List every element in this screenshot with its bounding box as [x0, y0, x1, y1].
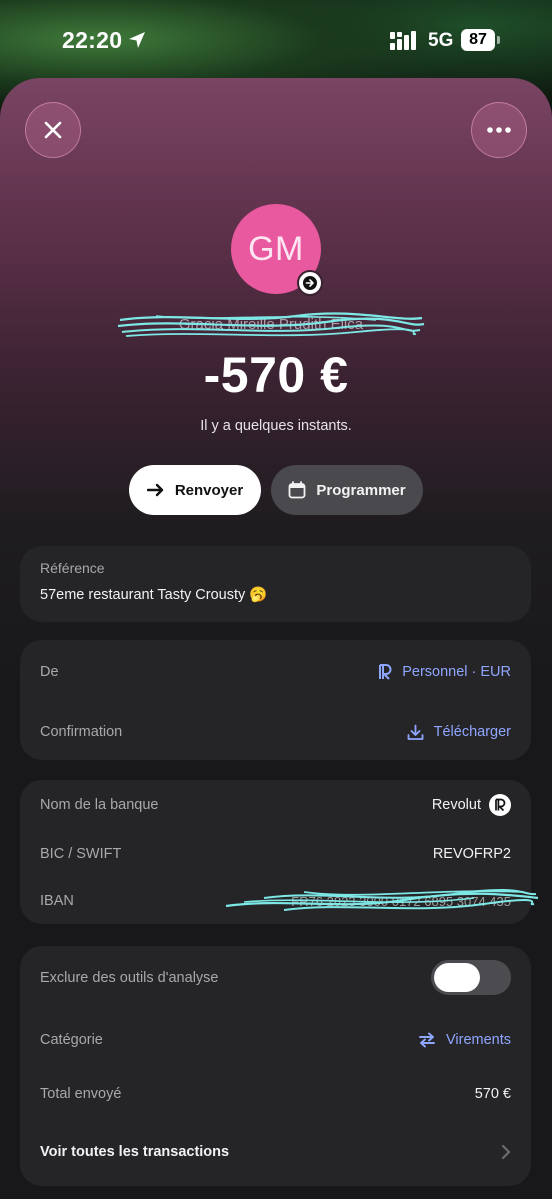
analytics-label: Exclure des outils d'analyse — [40, 969, 219, 986]
more-dots-icon — [487, 127, 511, 133]
iban-label: IBAN — [40, 893, 74, 909]
total-row: Total envoyé 570 € — [40, 1079, 511, 1109]
from-account-label: Personnel · EUR — [402, 664, 511, 680]
source-card: De Personnel · EUR Confirmation Téléchar… — [20, 640, 531, 760]
schedule-button[interactable]: Programmer — [271, 465, 423, 515]
transfer-arrows-icon — [419, 1032, 435, 1048]
download-button[interactable]: Télécharger — [407, 724, 511, 741]
category-row[interactable]: Catégorie Virements — [40, 1025, 511, 1055]
bank-name-label: Nom de la banque — [40, 797, 159, 813]
from-row[interactable]: De Personnel · EUR — [40, 657, 511, 687]
from-account[interactable]: Personnel · EUR — [378, 664, 511, 680]
recipient-name-redacted: Gracia Mireille Prudith Elica — [116, 308, 426, 342]
battery-level: 87 — [461, 29, 495, 51]
total-label: Total envoyé — [40, 1086, 122, 1102]
bank-details-card: Nom de la banque Revolut BIC / SWIFT REV… — [20, 780, 539, 924]
category-value: Virements — [445, 1032, 511, 1048]
status-time: 22:20 — [62, 27, 123, 53]
battery-icon: 87 — [461, 29, 501, 51]
confirmation-label: Confirmation — [40, 724, 123, 740]
bank-name-value-wrap: Revolut — [432, 794, 511, 816]
revolut-logo-icon — [489, 794, 511, 816]
reference-value: 57eme restaurant Tasty Crousty 🥱 — [40, 587, 268, 603]
cellular-signal-icon — [390, 31, 416, 50]
redaction-scribble — [117, 312, 425, 337]
transaction-settings-card: Exclure des outils d'analyse Catégorie V… — [20, 946, 531, 1186]
more-options-button[interactable] — [471, 102, 527, 158]
revolut-r-icon — [379, 664, 392, 680]
analytics-row: Exclure des outils d'analyse — [40, 960, 511, 995]
chevron-right-icon — [501, 1144, 511, 1160]
close-icon — [44, 121, 62, 139]
arrow-right-icon — [146, 483, 164, 497]
bank-name-row: Nom de la banque Revolut — [40, 790, 511, 820]
calendar-icon — [288, 481, 306, 499]
from-label: De — [40, 664, 59, 680]
outgoing-transfer-badge — [297, 270, 323, 296]
analytics-toggle[interactable] — [431, 960, 511, 995]
download-icon — [407, 724, 424, 740]
transaction-time: Il y a quelques instants. — [200, 418, 352, 434]
toggle-knob — [434, 963, 480, 992]
reference-label: Référence — [40, 560, 105, 576]
resend-label: Renvoyer — [174, 481, 244, 499]
reference-card: Référence 57eme restaurant Tasty Crousty… — [20, 546, 531, 622]
close-button[interactable] — [25, 102, 81, 158]
transaction-amount: -570 € — [203, 347, 349, 403]
location-arrow-icon — [129, 32, 145, 48]
total-value: 570 € — [474, 1086, 511, 1102]
all-transactions-row[interactable]: Voir toutes les transactions — [40, 1137, 511, 1167]
confirmation-row[interactable]: Confirmation Télécharger — [40, 717, 511, 747]
iban-redaction-scribble — [225, 888, 539, 911]
resend-button[interactable]: Renvoyer — [129, 465, 261, 515]
all-transactions-label: Voir toutes les transactions — [40, 1144, 230, 1160]
bic-label: BIC / SWIFT — [40, 846, 122, 862]
category-label: Catégorie — [40, 1032, 103, 1048]
arrow-right-icon — [303, 276, 317, 290]
schedule-label: Programmer — [316, 481, 406, 499]
transaction-sheet: GM Gracia Mireille Prudith Elica -570 € … — [0, 78, 552, 1199]
bank-name-value: Revolut — [431, 797, 481, 813]
bic-row: BIC / SWIFT REVOFRP2 — [40, 839, 511, 869]
status-bar: 22:20 5G 87 — [0, 0, 552, 80]
bic-value[interactable]: REVOFRP2 — [433, 846, 511, 862]
category-value-wrap[interactable]: Virements — [418, 1032, 511, 1048]
download-label: Télécharger — [433, 724, 511, 740]
network-type: 5G — [428, 30, 454, 51]
battery-tip — [497, 36, 500, 44]
